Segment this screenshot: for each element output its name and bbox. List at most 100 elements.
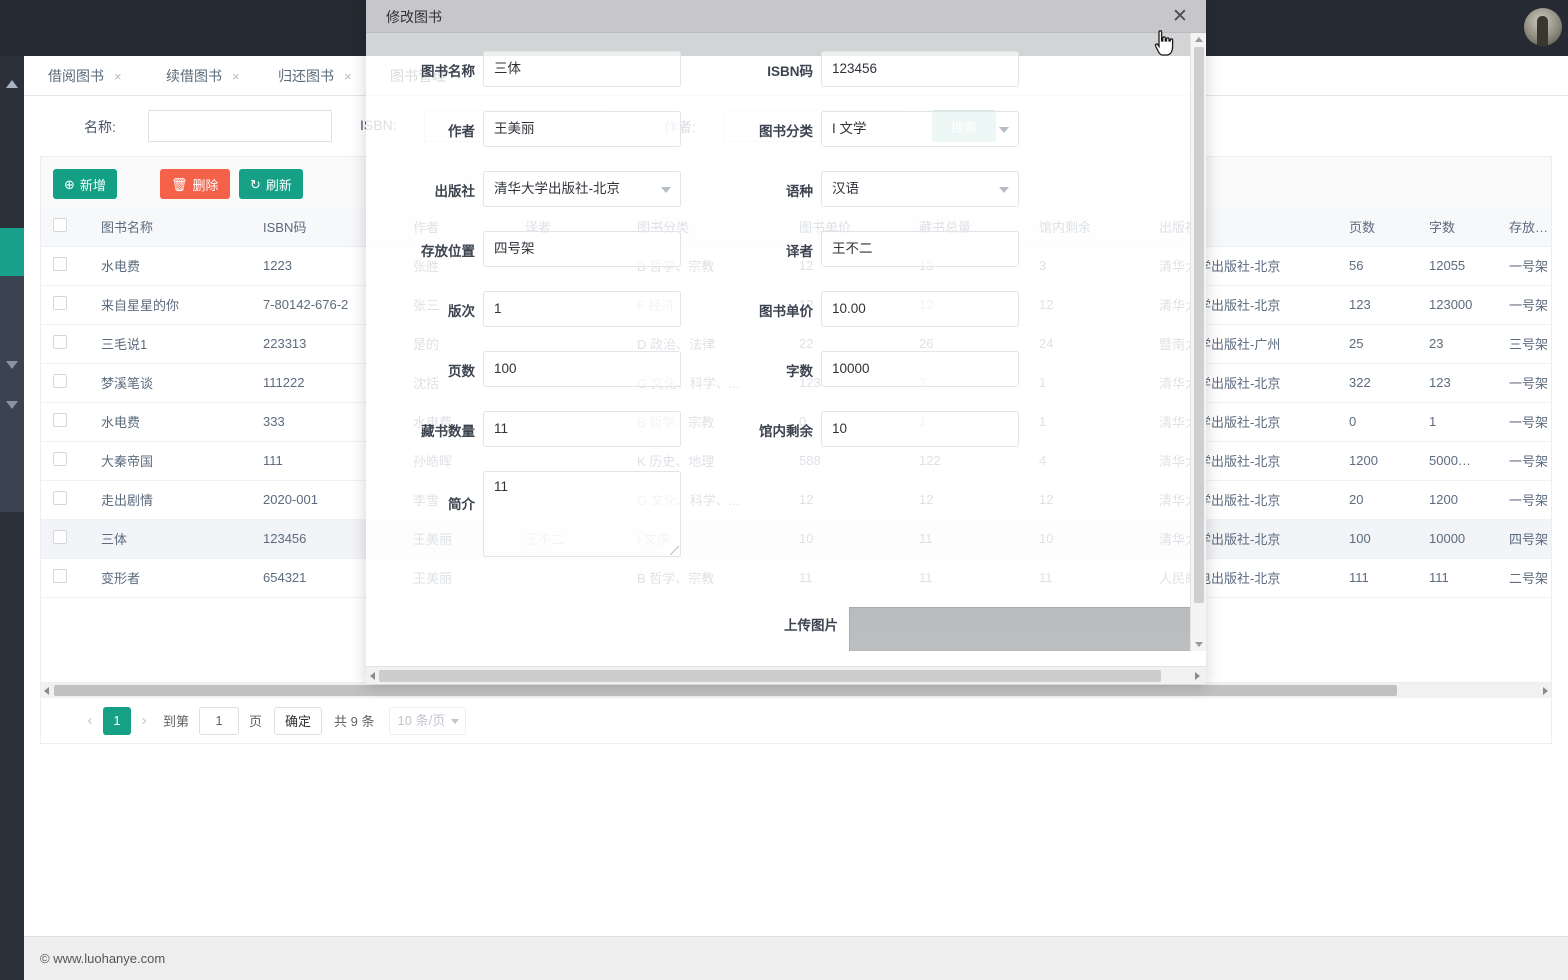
scroll-down-icon-1[interactable] — [6, 361, 18, 369]
table-cell: 322 — [1337, 363, 1417, 403]
page-number-1[interactable]: 1 — [103, 706, 131, 735]
table-cell: 100 — [1337, 519, 1417, 559]
column-header: 字数 — [1417, 208, 1497, 247]
confirm-page-button[interactable]: 确定 — [274, 706, 323, 735]
tab-return-books[interactable]: 归还图书 × — [264, 56, 362, 96]
table-cell: 123 — [1337, 285, 1417, 325]
row-checkbox[interactable] — [53, 257, 67, 271]
row-checkbox-cell[interactable] — [41, 480, 89, 520]
name-input[interactable] — [148, 110, 332, 142]
translator-input[interactable]: 王不二 — [821, 231, 1019, 267]
sidebar-item-active[interactable] — [0, 228, 24, 276]
field-unit-price: 图书单价 10.00 — [759, 291, 1019, 327]
close-icon[interactable]: × — [344, 57, 352, 97]
close-icon[interactable]: × — [114, 57, 122, 97]
prev-page-button[interactable]: ‹ — [77, 712, 103, 729]
stock-left-label: 馆内剩余 — [759, 424, 813, 439]
publisher-label: 出版社 — [434, 184, 476, 199]
table-cell: 123 — [1417, 363, 1497, 403]
dialog-horizontal-scrollbar[interactable] — [366, 666, 1206, 684]
row-checkbox-cell[interactable] — [41, 402, 89, 442]
resize-handle-icon[interactable] — [670, 546, 679, 555]
tab-borrow-books[interactable]: 借阅图书 × — [34, 56, 132, 96]
edit-book-dialog[interactable]: 修改图书 ✕ 图书名称 三体 ISBN码 123456 作者 王美丽 图书分类 … — [366, 0, 1206, 684]
row-checkbox-cell[interactable] — [41, 285, 89, 325]
unit-price-input[interactable]: 10.00 — [821, 291, 1019, 327]
row-checkbox-cell[interactable] — [41, 324, 89, 364]
author-input[interactable]: 王美丽 — [483, 111, 681, 147]
scroll-right-icon[interactable] — [1195, 672, 1200, 680]
stock-total-input[interactable]: 11 — [483, 411, 681, 447]
tab-label: 续借图书 — [166, 68, 222, 84]
category-select[interactable]: I 文学 — [821, 111, 1019, 147]
isbn-input[interactable]: 123456 — [821, 51, 1019, 87]
table-cell: 水电费 — [89, 246, 251, 286]
row-checkbox[interactable] — [53, 452, 67, 466]
row-checkbox-cell[interactable] — [41, 246, 89, 286]
location-label: 存放位置 — [421, 244, 475, 259]
scrollbar-thumb[interactable] — [1194, 47, 1204, 603]
book-name-input[interactable]: 三体 — [483, 51, 681, 87]
chevron-down-icon — [661, 187, 671, 193]
page-size-label: 10 条/页 — [397, 712, 446, 728]
table-cell: 三毛说1 — [89, 324, 251, 364]
location-input[interactable]: 四号架 — [483, 231, 681, 267]
scroll-up-icon[interactable] — [6, 80, 18, 88]
add-button[interactable]: ⊕ 新增 — [53, 169, 117, 199]
stock-left-input[interactable]: 10 — [821, 411, 1019, 447]
row-checkbox[interactable] — [53, 413, 67, 427]
language-select[interactable]: 汉语 — [821, 171, 1019, 207]
close-icon[interactable]: ✕ — [1168, 4, 1192, 28]
dialog-titlebar[interactable]: 修改图书 ✕ — [366, 0, 1206, 33]
left-sidebar[interactable] — [0, 56, 24, 980]
row-checkbox-cell[interactable] — [41, 441, 89, 481]
table-cell: 一号架 — [1497, 480, 1551, 520]
sidebar-segment-top[interactable] — [0, 56, 24, 228]
pagination: ‹ 1 › 到第 页 确定 共 9 条 10 条/页 — [40, 698, 1552, 744]
next-page-button[interactable]: › — [131, 712, 157, 729]
word-count-input[interactable]: 10000 — [821, 351, 1019, 387]
row-checkbox[interactable] — [53, 296, 67, 310]
row-checkbox-cell[interactable] — [41, 363, 89, 403]
dialog-title: 修改图书 — [386, 9, 442, 25]
table-horizontal-scrollbar[interactable] — [40, 683, 1552, 698]
row-checkbox-cell[interactable] — [41, 519, 89, 559]
table-cell: 二号架 — [1497, 558, 1551, 598]
row-checkbox[interactable] — [53, 491, 67, 505]
scroll-left-icon[interactable] — [44, 687, 49, 695]
row-checkbox[interactable] — [53, 569, 67, 583]
tab-label: 归还图书 — [278, 68, 334, 84]
table-cell: 一号架 — [1497, 441, 1551, 481]
field-translator: 译者 王不二 — [786, 231, 1019, 267]
scroll-down-icon[interactable] — [1195, 642, 1203, 647]
scroll-up-icon[interactable] — [1195, 37, 1203, 42]
page-size-select[interactable]: 10 条/页 — [388, 706, 467, 735]
row-checkbox[interactable] — [53, 374, 67, 388]
book-name-label: 图书名称 — [421, 64, 475, 79]
row-checkbox[interactable] — [53, 335, 67, 349]
edition-input[interactable]: 1 — [483, 291, 681, 327]
scroll-right-icon[interactable] — [1543, 687, 1548, 695]
close-icon[interactable]: × — [232, 57, 240, 97]
scrollbar-thumb[interactable] — [379, 670, 1161, 682]
delete-button[interactable]: 🗑 删除 — [160, 169, 230, 199]
goto-page-input[interactable] — [199, 706, 240, 735]
sidebar-segment-bottom[interactable] — [0, 512, 24, 980]
upload-image-preview[interactable] — [849, 607, 1206, 651]
scroll-left-icon[interactable] — [370, 672, 375, 680]
summary-textarea[interactable]: 11 — [483, 471, 681, 557]
row-checkbox[interactable] — [53, 530, 67, 544]
summary-value: 11 — [494, 479, 509, 494]
dialog-vertical-scrollbar[interactable] — [1190, 33, 1206, 651]
avatar[interactable] — [1524, 8, 1562, 46]
refresh-button[interactable]: ↻ 刷新 — [239, 169, 303, 199]
mouse-cursor — [1154, 30, 1174, 56]
select-all-checkbox[interactable] — [53, 218, 67, 233]
sidebar-segment-mid[interactable] — [0, 276, 24, 512]
scrollbar-thumb[interactable] — [54, 685, 1397, 696]
pages-input[interactable]: 100 — [483, 351, 681, 387]
scroll-down-icon-2[interactable] — [6, 401, 18, 409]
publisher-select[interactable]: 清华大学出版社-北京 — [483, 171, 681, 207]
tab-renew-books[interactable]: 续借图书 × — [152, 56, 250, 96]
row-checkbox-cell[interactable] — [41, 558, 89, 598]
